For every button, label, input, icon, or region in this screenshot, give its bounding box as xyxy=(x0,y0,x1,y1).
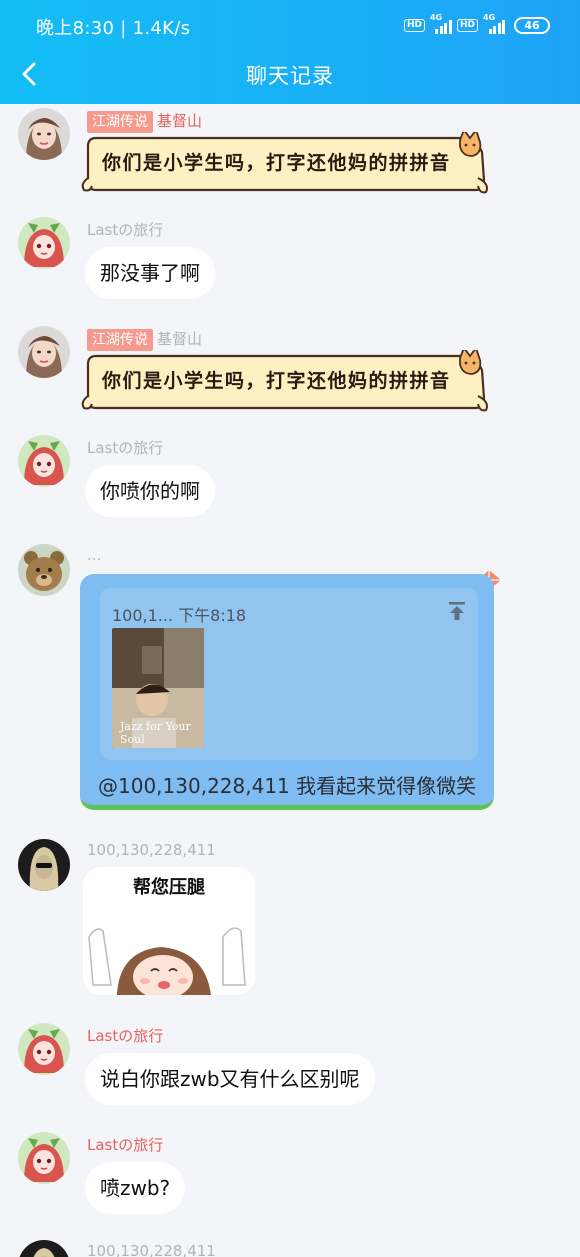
nav-bar: 聊天记录 xyxy=(0,50,580,104)
sender-name: Lastの旅行 xyxy=(87,221,164,239)
avatar[interactable] xyxy=(18,435,70,487)
avatar[interactable] xyxy=(18,1132,70,1184)
chat-history-screen: 晚上8:30 | 1.4K/s HD 4G HD 4G 46 聊天记录 江湖传说… xyxy=(0,0,580,1257)
quoted-sender: 100,1... 下午8:18 xyxy=(112,606,247,625)
thumb-caption: Jazz for Your Soul xyxy=(120,720,191,746)
avatar[interactable] xyxy=(18,326,70,378)
sender-name: 江湖传说 基督山 xyxy=(87,110,202,133)
avatar[interactable] xyxy=(18,839,70,891)
message-bubble[interactable]: 说白你跟zwb又有什么区别呢 xyxy=(85,1053,375,1105)
fancy-bubble[interactable]: 你们是小学生吗，打字还他妈的拼拼音 xyxy=(80,350,492,416)
avatar[interactable] xyxy=(18,217,70,269)
status-time: 晚上8:30 | 1.4K/s xyxy=(36,18,191,39)
message-text: @100,130,228,411 我看起来觉得像微笑 xyxy=(98,774,477,798)
sender-name: 江湖传说 基督山 xyxy=(87,328,202,351)
hd-icon: HD xyxy=(456,18,478,32)
signal-icon: 4G xyxy=(430,13,452,34)
sender-name: 100,130,228,411 xyxy=(87,841,216,859)
sender-name: Lastの旅行 xyxy=(87,1136,164,1154)
battery-icon: 46 xyxy=(514,16,550,34)
sender-name: Lastの旅行 xyxy=(87,1027,164,1045)
header: 晚上8:30 | 1.4K/s HD 4G HD 4G 46 聊天记录 xyxy=(0,0,580,104)
fancy-bubble[interactable]: 你们是小学生吗，打字还他妈的拼拼音 xyxy=(80,132,492,198)
message-text: 你们是小学生吗，打字还他妈的拼拼音 xyxy=(102,152,451,174)
sender-name: 100,130,228,411 xyxy=(87,1242,216,1257)
quoted-image[interactable]: Jazz for Your Soul xyxy=(112,628,204,748)
quoted-message[interactable]: 100,1... 下午8:18 Jazz for Your Soul xyxy=(100,588,478,760)
sender-name: Lastの旅行 xyxy=(87,439,164,457)
message-text: 那没事了啊 xyxy=(100,261,200,285)
sender-name: ... xyxy=(87,546,102,564)
message-bubble[interactable]: 那没事了啊 xyxy=(85,247,215,299)
message-text: 说白你跟zwb又有什么区别呢 xyxy=(100,1067,360,1091)
status-bar: 晚上8:30 | 1.4K/s HD 4G HD 4G 46 xyxy=(0,0,580,50)
message-bubble[interactable]: 喷zwb? xyxy=(85,1162,186,1214)
signal-icon: 4G xyxy=(483,13,505,34)
page-title: 聊天记录 xyxy=(246,64,334,88)
title-badge: 江湖传说 xyxy=(87,111,153,133)
message-bubble[interactable]: 你喷你的啊 xyxy=(85,465,215,517)
sticker-image[interactable]: 帮您压腿 xyxy=(83,867,255,995)
status-icons: HD 4G HD 4G 46 xyxy=(403,13,550,36)
avatar[interactable] xyxy=(18,1023,70,1075)
jump-to-top-icon[interactable] xyxy=(446,600,468,622)
avatar[interactable] xyxy=(18,544,70,596)
avatar[interactable] xyxy=(18,108,70,160)
title-badge: 江湖传说 xyxy=(87,329,153,351)
message-text: 喷zwb? xyxy=(100,1176,171,1200)
message-text: 你们是小学生吗，打字还他妈的拼拼音 xyxy=(102,370,451,392)
message-text: 你喷你的啊 xyxy=(100,479,200,503)
avatar[interactable] xyxy=(18,1240,70,1257)
hd-icon: HD xyxy=(403,18,425,32)
quote-reply-bubble[interactable]: 100,1... 下午8:18 Jazz for Your Soul @100,… xyxy=(80,574,494,810)
